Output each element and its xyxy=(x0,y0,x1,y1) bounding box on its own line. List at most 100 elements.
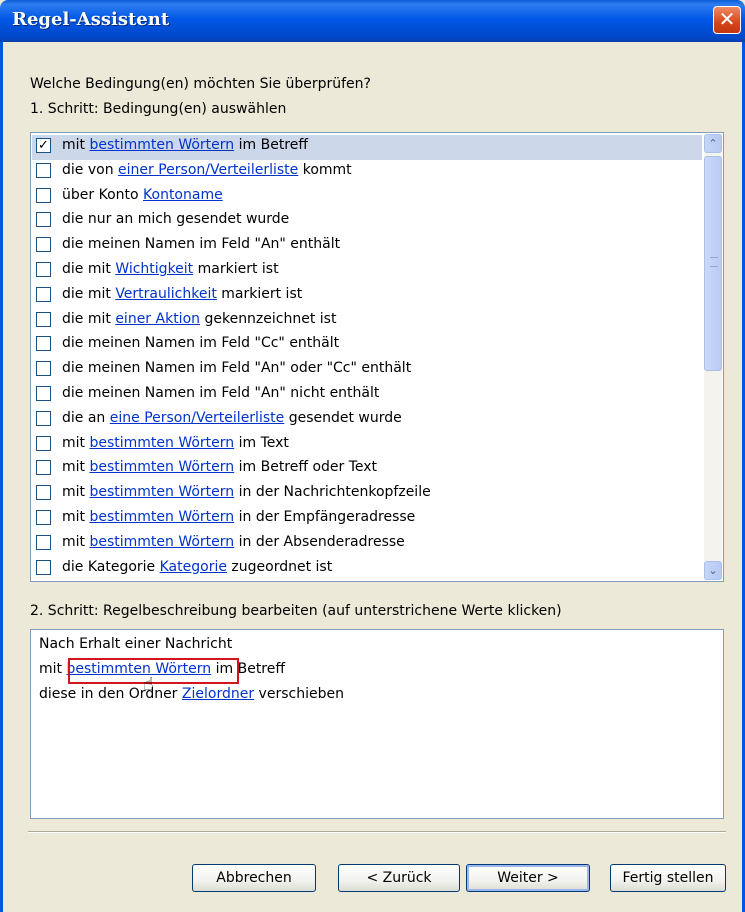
condition-link[interactable]: bestimmten Wörtern xyxy=(89,534,234,550)
condition-link[interactable]: bestimmten Wörtern xyxy=(89,509,234,525)
condition-checkbox[interactable] xyxy=(36,559,51,575)
condition-label: die an eine Person/Verteilerliste gesend… xyxy=(62,410,402,426)
condition-checkbox[interactable] xyxy=(36,286,51,302)
condition-row[interactable]: die meinen Namen im Feld "An" enthält xyxy=(32,234,702,259)
condition-text: die meinen Namen im Feld "An" oder "Cc" … xyxy=(62,360,412,377)
condition-checkbox[interactable] xyxy=(36,262,51,277)
condition-text: im Betreff xyxy=(234,137,309,153)
condition-link[interactable]: bestimmten Wörtern xyxy=(89,137,234,153)
description-line-1: Nach Erhalt einer Nachricht xyxy=(39,636,233,652)
condition-checkbox[interactable] xyxy=(36,187,51,203)
condition-label: über Konto Kontoname xyxy=(62,187,223,203)
condition-label: die mit Wichtigkeit markiert ist xyxy=(62,261,279,277)
step2-label: 2. Schritt: Regelbeschreibung bearbeiten… xyxy=(30,603,562,619)
description-text: verschieben xyxy=(254,686,344,702)
condition-text: mit xyxy=(62,434,90,451)
condition-row[interactable]: die nur an mich gesendet wurde xyxy=(32,209,702,234)
condition-checkbox[interactable] xyxy=(36,410,51,426)
condition-row[interactable]: mit bestimmten Wörtern in der Empfängera… xyxy=(32,507,702,532)
condition-link[interactable]: Kontoname xyxy=(143,187,223,203)
chevron-up-icon: ⌃ xyxy=(708,137,718,150)
condition-link[interactable]: bestimmten Wörtern xyxy=(89,484,234,500)
condition-text: die Kategorie xyxy=(62,558,160,575)
scroll-thumb[interactable] xyxy=(704,156,722,371)
condition-label: mit bestimmten Wörtern in der Empfängera… xyxy=(62,509,415,525)
condition-checkbox[interactable] xyxy=(36,485,51,501)
conditions-scrollbar[interactable]: ⌃ ⌄ xyxy=(704,134,722,580)
condition-row[interactable]: die Kategorie Kategorie zugeordnet ist xyxy=(32,557,702,581)
condition-label: mit bestimmten Wörtern in der Nachrichte… xyxy=(62,484,431,500)
condition-row[interactable]: die von einer Person/Verteilerliste komm… xyxy=(32,160,702,185)
condition-checkbox[interactable] xyxy=(36,460,51,476)
hand-cursor-icon: ☝ xyxy=(143,674,154,695)
condition-checkbox[interactable] xyxy=(36,534,51,550)
condition-label: mit bestimmten Wörtern im Betreff oder T… xyxy=(62,459,377,475)
condition-link[interactable]: Vertraulichkeit xyxy=(115,286,217,302)
condition-text: mit xyxy=(62,509,90,525)
close-icon: ✕ xyxy=(718,7,736,31)
condition-label: die nur an mich gesendet wurde xyxy=(62,211,289,227)
scroll-up-button[interactable]: ⌃ xyxy=(704,134,722,153)
condition-row[interactable]: die mit Wichtigkeit markiert ist xyxy=(32,259,702,284)
condition-link[interactable]: eine Person/Verteilerliste xyxy=(110,410,285,426)
condition-row[interactable]: die meinen Namen im Feld "An" nicht enth… xyxy=(32,383,702,408)
condition-label: mit bestimmten Wörtern im Text xyxy=(62,435,289,451)
condition-text: gekennzeichnet ist xyxy=(200,310,337,327)
condition-link[interactable]: einer Person/Verteilerliste xyxy=(118,162,298,178)
condition-row[interactable]: die mit einer Aktion gekennzeichnet ist xyxy=(32,309,702,334)
condition-row[interactable]: ✓ mit bestimmten Wörtern im Betreff xyxy=(32,135,702,160)
condition-label: die mit einer Aktion gekennzeichnet ist xyxy=(62,311,336,327)
condition-row[interactable]: die meinen Namen im Feld "Cc" enthält xyxy=(32,333,702,358)
condition-label: die meinen Namen im Feld "An" oder "Cc" … xyxy=(62,360,411,376)
condition-text: in der Absenderadresse xyxy=(234,533,405,550)
condition-checkbox[interactable] xyxy=(36,361,51,377)
condition-row[interactable]: über Konto Kontoname xyxy=(32,185,702,210)
condition-text: im Text xyxy=(234,434,289,451)
step1-label: 1. Schritt: Bedingung(en) auswählen xyxy=(30,101,287,117)
next-button[interactable]: Weiter > xyxy=(466,864,590,892)
condition-text: die mit xyxy=(62,261,116,277)
condition-checkbox[interactable] xyxy=(36,435,51,451)
scroll-down-button[interactable]: ⌄ xyxy=(704,561,722,580)
condition-checkbox[interactable]: ✓ xyxy=(36,138,51,153)
condition-row[interactable]: die meinen Namen im Feld "An" oder "Cc" … xyxy=(32,358,702,383)
condition-link[interactable]: einer Aktion xyxy=(115,311,200,327)
condition-checkbox[interactable] xyxy=(36,336,51,352)
condition-text: über Konto xyxy=(62,186,144,203)
condition-text: markiert ist xyxy=(193,261,279,277)
window-title: Regel-Assistent xyxy=(12,9,170,30)
conditions-list[interactable]: ✓ mit bestimmten Wörtern im Betreff die vo… xyxy=(30,132,724,582)
condition-checkbox[interactable] xyxy=(36,510,51,525)
rule-description-box: Nach Erhalt einer Nachricht mit bestimmt… xyxy=(30,629,724,819)
cancel-button[interactable]: Abbrechen xyxy=(192,864,316,892)
condition-label: die mit Vertraulichkeit markiert ist xyxy=(62,286,302,302)
condition-text: mit xyxy=(62,459,90,476)
condition-row[interactable]: mit bestimmten Wörtern in der Nachrichte… xyxy=(32,482,702,507)
condition-row[interactable]: mit bestimmten Wörtern im Betreff oder T… xyxy=(32,457,702,482)
condition-link[interactable]: Wichtigkeit xyxy=(115,261,193,277)
condition-checkbox[interactable] xyxy=(36,212,51,228)
condition-text: die meinen Namen im Feld "An" nicht enth… xyxy=(62,385,380,401)
question-label: Welche Bedingung(en) möchten Sie überprü… xyxy=(30,76,371,92)
condition-link[interactable]: bestimmten Wörtern xyxy=(89,459,234,475)
condition-link[interactable]: Kategorie xyxy=(160,559,227,575)
condition-text: gesendet wurde xyxy=(284,409,402,426)
condition-checkbox[interactable] xyxy=(36,237,51,253)
condition-checkbox[interactable] xyxy=(36,162,51,178)
condition-checkbox[interactable] xyxy=(36,311,51,327)
back-button[interactable]: < Zurück xyxy=(338,864,460,892)
finish-button[interactable]: Fertig stellen xyxy=(610,864,726,892)
condition-link[interactable]: bestimmten Wörtern xyxy=(89,435,234,451)
close-button[interactable]: ✕ xyxy=(713,6,741,34)
condition-text: die von xyxy=(62,161,119,178)
condition-row[interactable]: die an eine Person/Verteilerliste gesend… xyxy=(32,408,702,433)
description-link-folder[interactable]: Zielordner xyxy=(182,686,254,702)
condition-checkbox[interactable] xyxy=(36,386,51,401)
condition-text: mit xyxy=(62,137,90,153)
condition-row[interactable]: mit bestimmten Wörtern im Text xyxy=(32,433,702,458)
condition-row[interactable]: mit bestimmten Wörtern in der Absenderad… xyxy=(32,532,702,557)
description-text: mit xyxy=(39,661,67,677)
description-line-3: diese in den Ordner Zielordner verschieb… xyxy=(39,686,344,702)
condition-label: mit bestimmten Wörtern im Betreff xyxy=(62,137,308,153)
condition-row[interactable]: die mit Vertraulichkeit markiert ist xyxy=(32,284,702,309)
